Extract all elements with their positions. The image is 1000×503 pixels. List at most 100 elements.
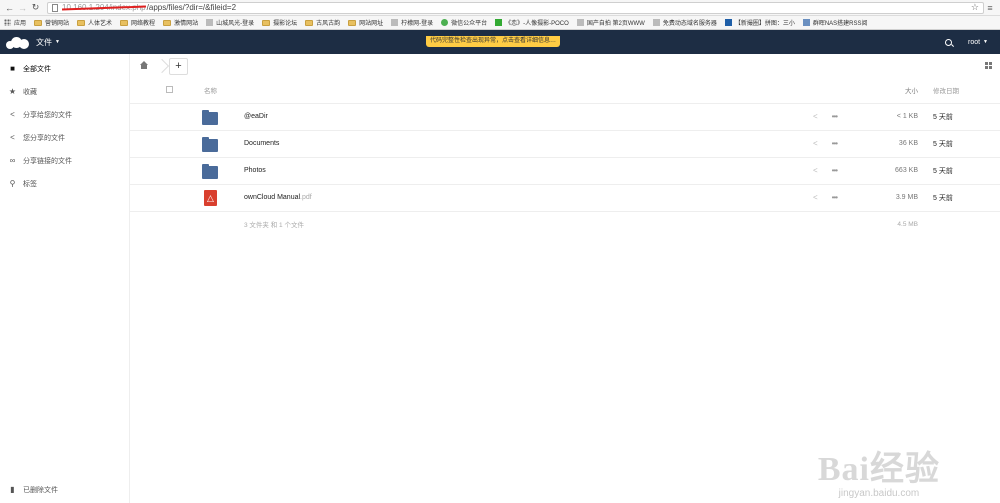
folder-icon bbox=[305, 19, 314, 26]
back-icon[interactable]: ← bbox=[4, 2, 15, 13]
sidebar-item-shared-with-you[interactable]: < 分享给您的文件 bbox=[0, 103, 129, 126]
folder-icon bbox=[202, 163, 218, 179]
bookmark-star-icon[interactable]: ☆ bbox=[971, 2, 979, 13]
share-icon[interactable]: < bbox=[813, 139, 818, 148]
table-row[interactable]: Photos < ••• 663 KB 5 天前 bbox=[130, 157, 1000, 184]
sidebar-item-shared-by-link[interactable]: ∞ 分享链接的文件 bbox=[0, 149, 129, 172]
file-table: 名称 大小 修改日期 @eaDir < ••• < 1 KB 5 天前 Docu… bbox=[130, 78, 1000, 237]
table-row[interactable]: @eaDir < ••• < 1 KB 5 天前 bbox=[130, 103, 1000, 130]
app-header: 文件 ▼ 代码完整性检查出现异常，点击查看详细信息… root ▼ bbox=[0, 30, 1000, 54]
file-name[interactable]: Photos bbox=[218, 157, 813, 184]
breadcrumb-separator bbox=[159, 58, 165, 74]
chevron-down-icon: ▼ bbox=[983, 39, 988, 45]
bookmark-item[interactable]: 网站网址 bbox=[348, 18, 383, 27]
folder-icon bbox=[348, 19, 357, 26]
sidebar-item-favorites[interactable]: ★ 收藏 bbox=[0, 80, 129, 103]
tag-icon: ⚲ bbox=[9, 179, 16, 188]
site-icon bbox=[802, 19, 810, 26]
summary-text: 3 文件夹 和 1 个文件 bbox=[244, 222, 304, 230]
star-icon: ★ bbox=[8, 87, 17, 96]
bookmark-item[interactable]: 柠檬网-登录 bbox=[391, 18, 433, 27]
column-size[interactable]: 大小 bbox=[873, 78, 933, 103]
more-actions-icon[interactable]: ••• bbox=[832, 166, 838, 175]
bookmark-item[interactable]: 微信公众平台 bbox=[441, 18, 487, 27]
share-icon[interactable]: < bbox=[813, 166, 818, 175]
user-menu[interactable]: root ▼ bbox=[968, 39, 988, 46]
bookmark-item[interactable]: 山城风光-登录 bbox=[206, 18, 254, 27]
file-modified: 5 天前 bbox=[933, 167, 953, 175]
table-row[interactable]: △ ownCloud Manual.pdf < ••• 3.9 MB 5 天前 bbox=[130, 184, 1000, 211]
folder-icon bbox=[77, 19, 86, 26]
page-icon bbox=[576, 19, 584, 26]
more-actions-icon[interactable]: ••• bbox=[832, 193, 838, 202]
reload-icon[interactable]: ↻ bbox=[30, 2, 41, 13]
bookmarks-bar: 应用 营销网站 人体艺术 网络教程 激情网站 山城风光-登录 摄影论坛 古风古韵… bbox=[0, 16, 1000, 30]
bookmark-item[interactable]: 人体艺术 bbox=[77, 18, 112, 27]
watermark-brand: Bai经验 bbox=[817, 451, 940, 488]
site-icon bbox=[724, 19, 732, 26]
username: root bbox=[967, 38, 981, 46]
file-name[interactable]: Documents bbox=[218, 130, 813, 157]
summary-row: 3 文件夹 和 1 个文件 4.5 MB bbox=[130, 211, 1000, 237]
bookmark-item[interactable]: 《恋》-人像摄影-POCO bbox=[495, 18, 569, 27]
file-size: < 1 KB bbox=[896, 113, 918, 120]
sidebar-item-all-files[interactable]: ■ 全部文件 bbox=[0, 57, 129, 80]
app-title: 文件 bbox=[36, 37, 52, 47]
bookmark-item[interactable]: 免费动态域名服务器 bbox=[652, 18, 717, 27]
file-name[interactable]: @eaDir bbox=[218, 103, 813, 130]
grid-view-icon[interactable] bbox=[985, 62, 992, 69]
sidebar-item-shared-with-others[interactable]: < 您分享的文件 bbox=[0, 126, 129, 149]
address-bar[interactable]: 10.160.1.204/index.php /apps/files/?dir=… bbox=[47, 1, 984, 14]
page-icon bbox=[391, 19, 399, 26]
file-name-cell[interactable]: ownCloud Manual.pdf bbox=[218, 184, 813, 211]
more-actions-icon[interactable]: ••• bbox=[832, 112, 838, 121]
page-icon bbox=[52, 3, 58, 12]
new-button[interactable]: + bbox=[169, 57, 188, 75]
share-icon[interactable]: < bbox=[813, 193, 818, 202]
file-modified: 5 天前 bbox=[933, 194, 953, 202]
forward-icon[interactable]: → bbox=[17, 2, 28, 13]
bookmark-item[interactable]: 应用 bbox=[4, 18, 26, 27]
controls-bar: + bbox=[130, 54, 1000, 78]
bookmark-item[interactable]: 国产自拍 第2页WWW bbox=[576, 18, 645, 27]
integrity-warning-banner[interactable]: 代码完整性检查出现异常，点击查看详细信息… bbox=[426, 36, 561, 47]
table-row[interactable]: Documents < ••• 36 KB 5 天前 bbox=[130, 130, 1000, 157]
chevron-down-icon: ▼ bbox=[55, 39, 60, 45]
bookmark-item[interactable]: 摄影论坛 bbox=[262, 18, 297, 27]
bookmark-item[interactable]: 营销网站 bbox=[34, 18, 69, 27]
sidebar-item-deleted-files[interactable]: ▮ 已删除文件 bbox=[0, 478, 129, 501]
bookmark-item[interactable]: 古风古韵 bbox=[305, 18, 340, 27]
bookmark-item[interactable]: 群晖NAS搭建RSS阅 bbox=[802, 18, 868, 27]
more-actions-icon[interactable]: ••• bbox=[832, 139, 838, 148]
app-navigation: ■ 全部文件 ★ 收藏 < 分享给您的文件 < 您分享的文件 ∞ 分享链接的文件… bbox=[0, 54, 130, 503]
folder-icon bbox=[202, 109, 218, 125]
page-icon bbox=[206, 19, 214, 26]
share-icon[interactable]: < bbox=[813, 112, 818, 121]
bookmark-item[interactable]: 网络教程 bbox=[120, 18, 155, 27]
app-menu[interactable]: 文件 ▼ bbox=[36, 37, 60, 48]
search-icon[interactable] bbox=[944, 38, 952, 46]
table-header: 名称 大小 修改日期 bbox=[130, 78, 1000, 103]
owncloud-logo-icon[interactable] bbox=[6, 35, 30, 49]
file-name: ownCloud Manual bbox=[244, 194, 301, 201]
url-host: 10.160.1.204/index.php bbox=[62, 3, 146, 12]
pdf-icon: △ bbox=[204, 189, 217, 206]
file-size: 36 KB bbox=[898, 140, 918, 147]
browser-toolbar: ← → ↻ 10.160.1.204/index.php /apps/files… bbox=[0, 0, 1000, 16]
poco-icon bbox=[495, 19, 503, 26]
column-name[interactable]: 名称 bbox=[204, 78, 813, 103]
column-modified[interactable]: 修改日期 bbox=[933, 78, 1000, 103]
sidebar-item-tags[interactable]: ⚲ 标签 bbox=[0, 172, 129, 195]
file-size: 3.9 MB bbox=[895, 194, 918, 201]
folder-icon bbox=[262, 19, 271, 26]
trash-icon: ▮ bbox=[10, 485, 15, 494]
select-all-checkbox[interactable] bbox=[166, 85, 173, 93]
home-icon[interactable] bbox=[139, 61, 149, 71]
baidu-watermark: Bai经验 jingyan.baidu.com bbox=[818, 441, 940, 499]
browser-menu-icon[interactable]: ≡ bbox=[984, 3, 996, 13]
bookmark-item[interactable]: 【新撮圈】拼图：三小 bbox=[724, 18, 795, 27]
file-modified: 5 天前 bbox=[933, 113, 953, 121]
bookmark-item[interactable]: 激情网站 bbox=[163, 18, 198, 27]
apps-icon bbox=[4, 19, 11, 26]
folder-icon bbox=[34, 19, 43, 26]
